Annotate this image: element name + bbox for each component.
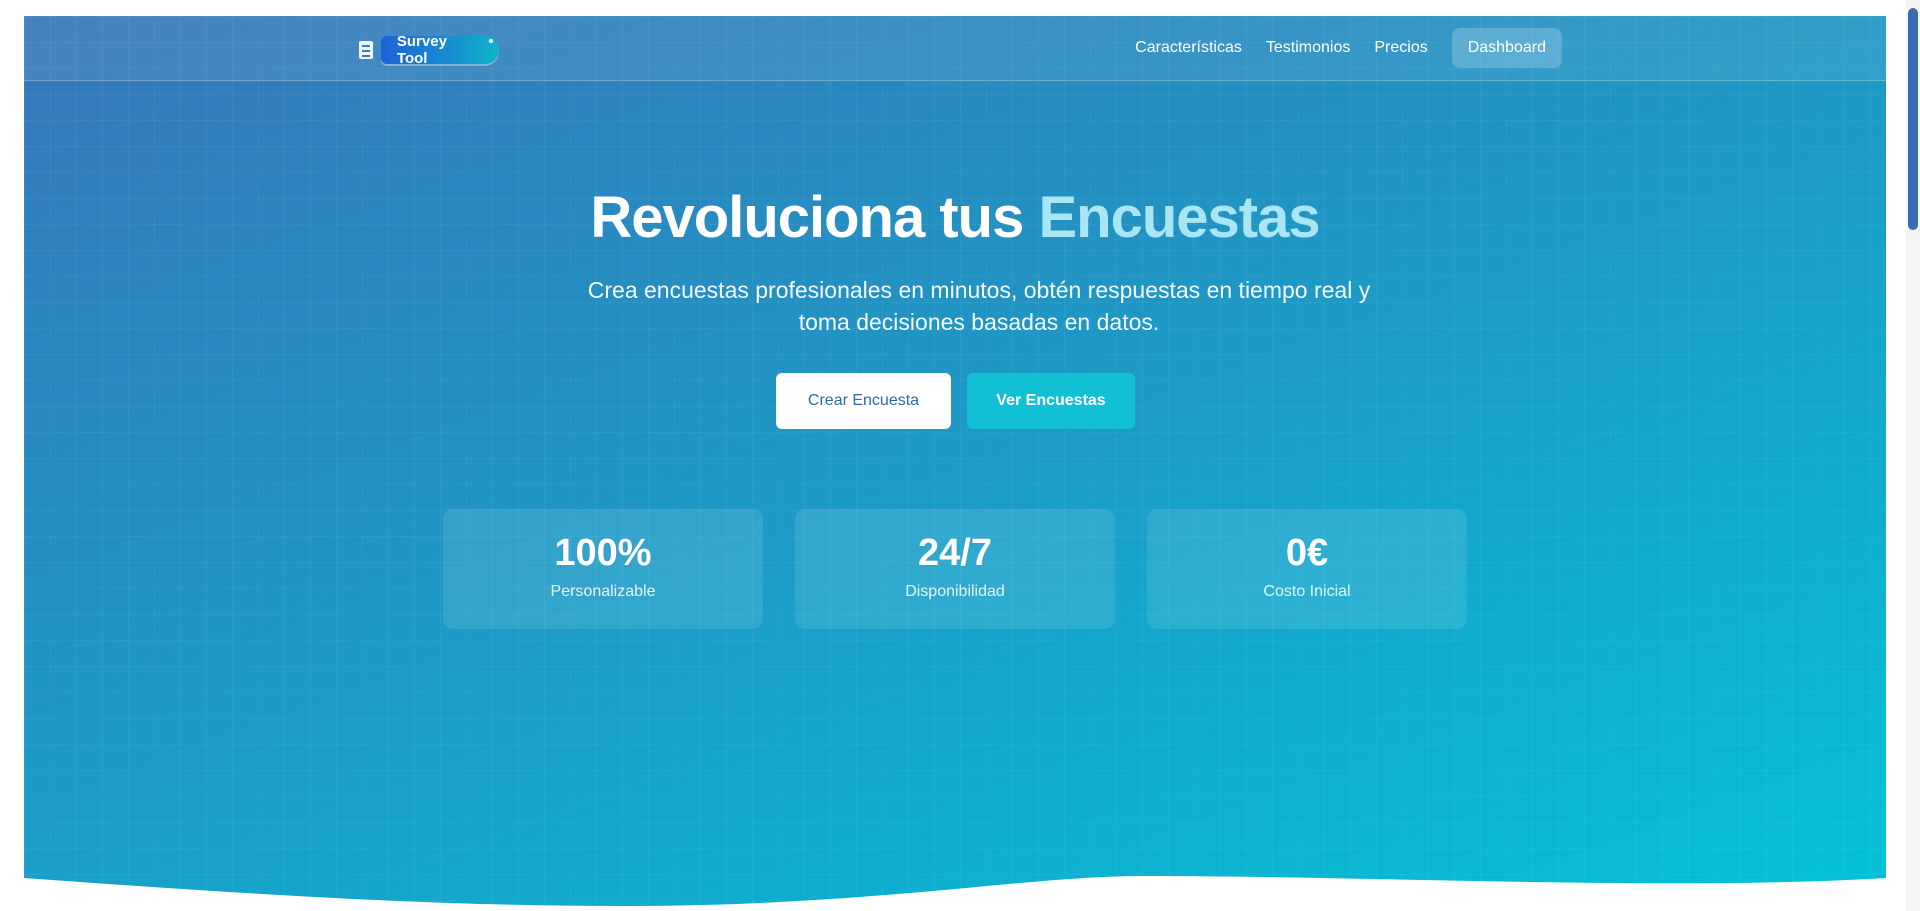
document-icon [359, 41, 373, 59]
logo[interactable]: Survey Tool [359, 33, 499, 67]
nav-link-caracteristicas[interactable]: Características [1135, 28, 1242, 68]
hero-title-main: Revoluciona tus [590, 185, 1039, 250]
stat-value: 24/7 [918, 532, 992, 574]
hero-title-accent: Encuestas [1038, 185, 1320, 250]
stat-label: Costo Inicial [1263, 583, 1351, 600]
stat-card-costo-inicial: 0€ Costo Inicial [1147, 509, 1467, 629]
hero-subtitle: Crea encuestas profesionales en minutos,… [587, 277, 1371, 335]
logo-text: Survey Tool [396, 33, 447, 67]
nav-link-testimonios[interactable]: Testimonios [1266, 28, 1350, 68]
scrollbar[interactable] [1906, 0, 1920, 911]
stat-value: 100% [554, 532, 652, 574]
logo-badge: Survey Tool [380, 33, 499, 67]
create-survey-button[interactable]: Crear Encuesta [776, 373, 951, 429]
navbar: Survey Tool Características Testimonios … [24, 16, 1886, 81]
view-surveys-button[interactable]: Ver Encuestas [967, 373, 1135, 429]
stat-value: 0€ [1285, 532, 1329, 574]
stat-card-disponibilidad: 24/7 Disponibilidad [795, 509, 1115, 629]
sparkle-icon [489, 39, 493, 43]
grid-background [24, 16, 1886, 911]
hero-title: Revoluciona tus Encuestas [24, 184, 1886, 251]
wave-divider [24, 876, 1886, 911]
hero-section: Survey Tool Características Testimonios … [24, 16, 1886, 911]
stat-label: Disponibilidad [905, 583, 1005, 600]
nav-links: Características Testimonios Precios Dash… [1111, 28, 1562, 68]
nav-link-precios[interactable]: Precios [1374, 28, 1427, 68]
dashboard-button[interactable]: Dashboard [1451, 28, 1562, 68]
stat-label: Personalizable [550, 583, 656, 600]
scrollbar-thumb[interactable] [1908, 8, 1918, 230]
stat-card-personalizable: 100% Personalizable [443, 509, 763, 629]
